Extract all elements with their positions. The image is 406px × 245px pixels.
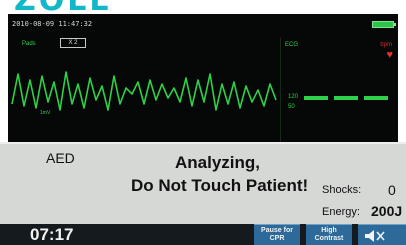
hr-scale-high: 120 bbox=[288, 94, 299, 100]
hr-dash bbox=[304, 96, 328, 100]
prompt-line-1: Analyzing, bbox=[175, 153, 261, 172]
monitor-display: 2010-08-09 11:47:32 Pads X 2 ECG bpm ♥ 1… bbox=[8, 14, 398, 142]
bottom-bar: 07:17 Pause for CPR High Contrast bbox=[0, 224, 406, 245]
hr-scale-low: 50 bbox=[288, 104, 295, 110]
heart-icon: ♥ bbox=[386, 49, 393, 61]
ecg-waveform bbox=[11, 71, 277, 111]
volume-button[interactable] bbox=[358, 224, 406, 245]
high-contrast-button[interactable]: High Contrast bbox=[306, 224, 352, 245]
energy-label: Energy: bbox=[322, 206, 360, 218]
hr-label: bpm bbox=[380, 42, 392, 48]
logo-strip: ZOLL bbox=[0, 0, 406, 14]
status-panel: AED Analyzing, Do Not Touch Patient! Sho… bbox=[0, 142, 406, 224]
energy-value: 200J bbox=[371, 203, 403, 219]
gain-box: X 2 bbox=[60, 38, 86, 48]
hr-value-dashes bbox=[304, 96, 394, 106]
battery-icon bbox=[372, 21, 396, 28]
lead-label: Pads bbox=[22, 41, 36, 47]
prompt-line-2: Do Not Touch Patient! bbox=[131, 176, 309, 195]
elapsed-time: 07:17 bbox=[30, 225, 74, 244]
high-contrast-label-2: Contrast bbox=[314, 235, 344, 242]
hr-dash bbox=[364, 96, 388, 100]
pause-for-cpr-label-2: CPR bbox=[269, 235, 285, 242]
pause-for-cpr-button[interactable]: Pause for CPR bbox=[254, 224, 300, 245]
pause-for-cpr-label-1: Pause for bbox=[261, 227, 293, 234]
ecg-label: ECG bbox=[285, 42, 299, 48]
high-contrast-label-1: High bbox=[321, 227, 337, 234]
shocks-label: Shocks: bbox=[322, 184, 362, 196]
hr-dash bbox=[334, 96, 358, 100]
mode-label: AED bbox=[46, 150, 75, 166]
timestamp: 2010-08-09 11:47:32 bbox=[12, 20, 93, 28]
monitor-divider bbox=[280, 38, 281, 142]
brand-logo: ZOLL bbox=[14, 0, 112, 14]
speaker-icon bbox=[365, 230, 385, 242]
shocks-value: 0 bbox=[388, 182, 396, 198]
